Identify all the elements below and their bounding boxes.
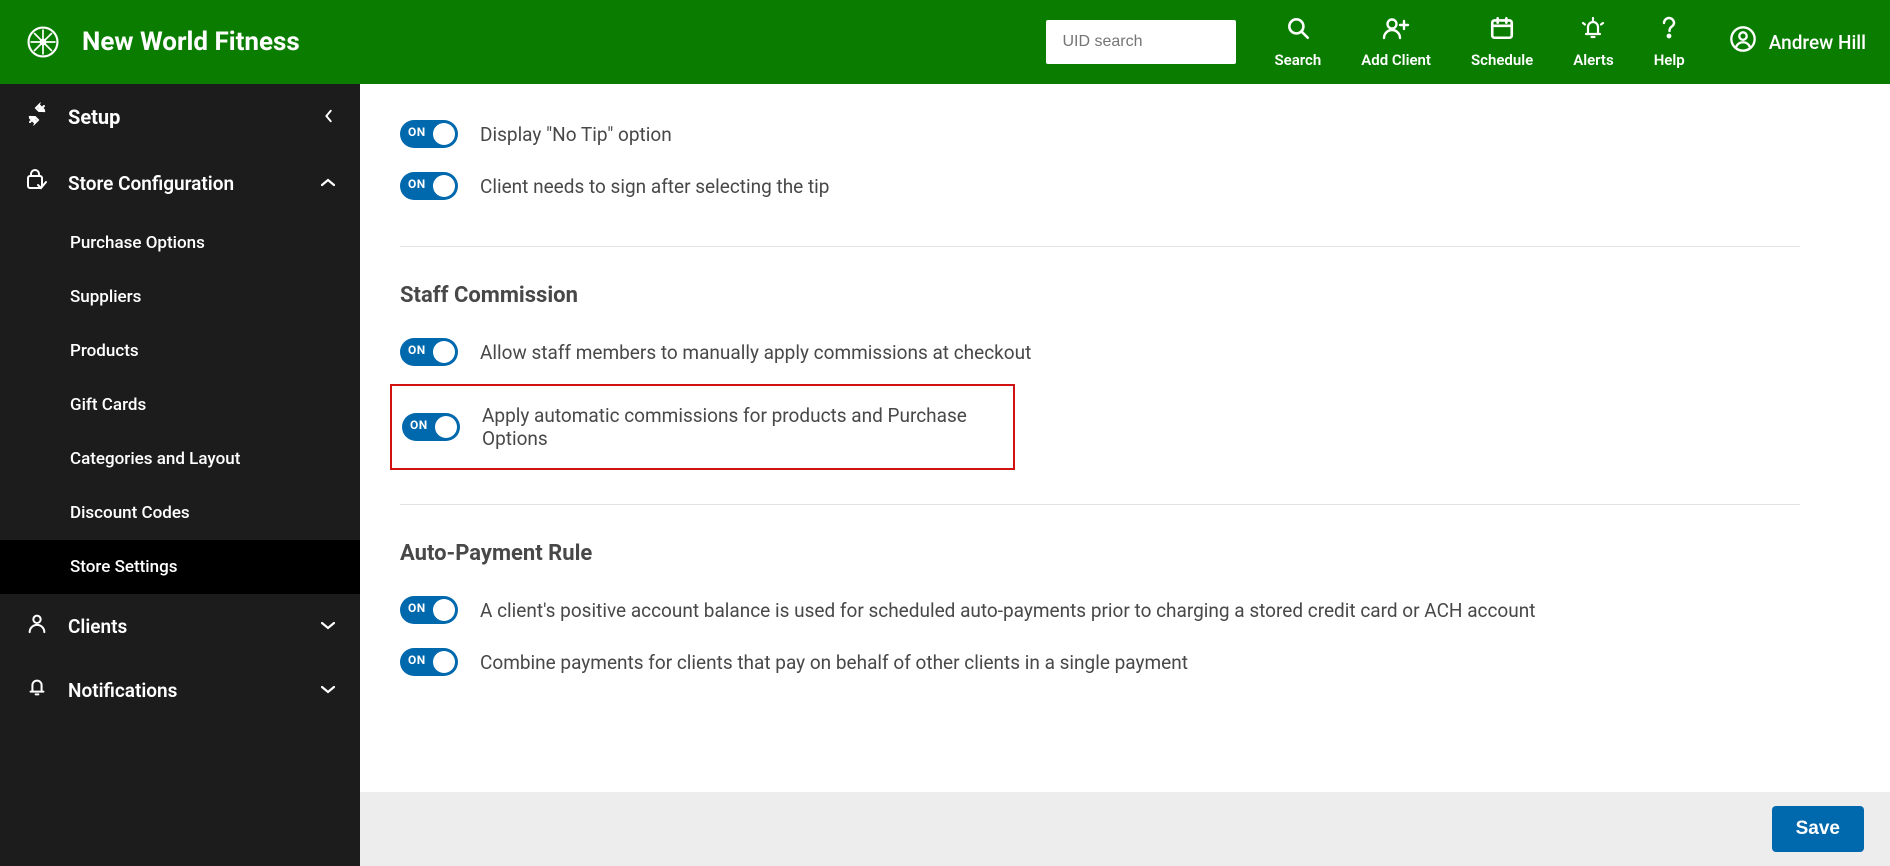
setting-auto-commission: ON Apply automatic commissions for produ…	[398, 396, 1007, 458]
heading-auto-payment: Auto-Payment Rule	[400, 541, 1800, 566]
highlighted-setting-box: ON Apply automatic commissions for produ…	[390, 384, 1015, 470]
toggle-on-label: ON	[410, 418, 428, 432]
alerts-icon	[1579, 15, 1607, 45]
header-alerts-label: Alerts	[1573, 51, 1614, 69]
header-user-menu[interactable]: Andrew Hill	[1705, 25, 1866, 60]
toggle-on-label: ON	[408, 177, 426, 191]
chevron-up-icon	[320, 173, 336, 194]
toggle-knob	[433, 175, 455, 197]
setting-positive-balance: ON A client's positive account balance i…	[400, 584, 1800, 636]
header-schedule-label: Schedule	[1471, 51, 1533, 69]
toggle-knob	[433, 341, 455, 363]
header-schedule-button[interactable]: Schedule	[1451, 15, 1553, 69]
section-divider	[400, 504, 1800, 505]
save-button[interactable]: Save	[1772, 806, 1864, 852]
sidebar-item-products[interactable]: Products	[0, 324, 360, 378]
header-help-button[interactable]: Help	[1634, 15, 1705, 69]
sidebar-item-gift-cards[interactable]: Gift Cards	[0, 378, 360, 432]
sidebar: Setup Store Configuration Purchase Optio…	[0, 84, 360, 866]
toggle-auto-commission[interactable]: ON	[402, 413, 460, 441]
sidebar-notifications[interactable]: Notifications	[0, 658, 360, 722]
toggle-knob	[433, 651, 455, 673]
header-alerts-button[interactable]: Alerts	[1553, 15, 1634, 69]
setting-label-manual-commission: Allow staff members to manually apply co…	[480, 341, 1031, 364]
toggle-on-label: ON	[408, 343, 426, 357]
toggle-on-label: ON	[408, 125, 426, 139]
sidebar-item-categories-layout[interactable]: Categories and Layout	[0, 432, 360, 486]
notifications-icon	[24, 676, 50, 704]
setup-icon	[24, 102, 50, 132]
toggle-combine-payments[interactable]: ON	[400, 648, 458, 676]
brand-name: New World Fitness	[82, 27, 300, 57]
search-icon	[1285, 15, 1311, 45]
sidebar-clients-label: Clients	[68, 615, 127, 638]
sidebar-store-config[interactable]: Store Configuration	[0, 150, 360, 216]
footer-bar: Save	[360, 792, 1890, 866]
app-header: New World Fitness Search Add Client Sche…	[0, 0, 1890, 84]
sidebar-store-config-label: Store Configuration	[68, 172, 234, 195]
sidebar-item-suppliers[interactable]: Suppliers	[0, 270, 360, 324]
chevron-down-icon	[320, 616, 336, 637]
heading-staff-commission: Staff Commission	[400, 283, 1800, 308]
setting-combine-payments: ON Combine payments for clients that pay…	[400, 636, 1800, 688]
uid-search-input[interactable]	[1046, 20, 1236, 64]
sidebar-clients[interactable]: Clients	[0, 594, 360, 658]
toggle-client-sign[interactable]: ON	[400, 172, 458, 200]
chevron-left-icon	[322, 107, 336, 128]
header-search-label: Search	[1274, 51, 1321, 69]
sidebar-item-purchase-options[interactable]: Purchase Options	[0, 216, 360, 270]
toggle-on-label: ON	[408, 653, 426, 667]
settings-content: ON Display "No Tip" option ON Client nee…	[360, 84, 1890, 866]
header-search-button[interactable]: Search	[1254, 15, 1341, 69]
toggle-allow-manual-commission[interactable]: ON	[400, 338, 458, 366]
setting-display-no-tip: ON Display "No Tip" option	[400, 108, 1800, 160]
section-divider	[400, 246, 1800, 247]
clients-icon	[24, 612, 50, 640]
add-client-icon	[1381, 15, 1411, 45]
toggle-knob	[435, 416, 457, 438]
sidebar-item-store-settings[interactable]: Store Settings	[0, 540, 360, 594]
sidebar-notifications-label: Notifications	[68, 679, 177, 702]
header-help-label: Help	[1654, 51, 1685, 69]
sidebar-setup-label: Setup	[68, 105, 120, 129]
header-add-client-button[interactable]: Add Client	[1341, 15, 1451, 69]
setting-label-combine-payments: Combine payments for clients that pay on…	[480, 651, 1188, 674]
toggle-positive-balance[interactable]: ON	[400, 596, 458, 624]
help-icon	[1658, 15, 1680, 45]
brand-wrap[interactable]: New World Fitness	[24, 23, 300, 61]
setting-label-no-tip: Display "No Tip" option	[480, 123, 672, 146]
header-add-client-label: Add Client	[1361, 51, 1431, 69]
sidebar-setup[interactable]: Setup	[0, 84, 360, 150]
chevron-down-icon	[320, 680, 336, 701]
setting-allow-manual-commission: ON Allow staff members to manually apply…	[400, 326, 1800, 378]
setting-client-sign: ON Client needs to sign after selecting …	[400, 160, 1800, 212]
user-avatar-icon	[1729, 25, 1757, 60]
brand-logo-icon	[24, 23, 62, 61]
main-panel: ON Display "No Tip" option ON Client nee…	[360, 84, 1890, 866]
store-config-icon	[24, 168, 50, 198]
sidebar-item-discount-codes[interactable]: Discount Codes	[0, 486, 360, 540]
toggle-on-label: ON	[408, 601, 426, 615]
setting-label-auto-commission: Apply automatic commissions for products…	[482, 404, 1007, 450]
toggle-display-no-tip[interactable]: ON	[400, 120, 458, 148]
toggle-knob	[433, 599, 455, 621]
setting-label-client-sign: Client needs to sign after selecting the…	[480, 175, 829, 198]
setting-label-positive-balance: A client's positive account balance is u…	[480, 599, 1535, 622]
toggle-knob	[433, 123, 455, 145]
header-user-name: Andrew Hill	[1769, 31, 1866, 54]
schedule-icon	[1489, 15, 1515, 45]
